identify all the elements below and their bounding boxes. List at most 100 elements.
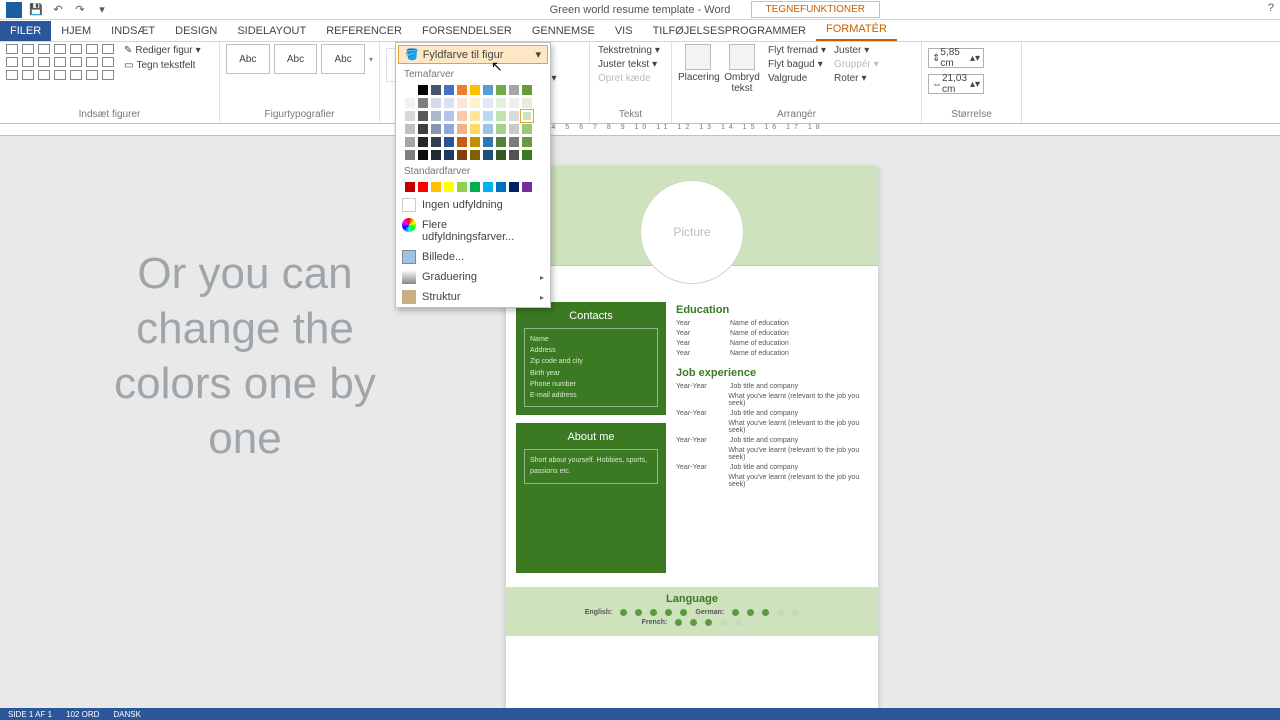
color-swatch[interactable] <box>495 149 507 161</box>
status-page[interactable]: SIDE 1 AF 1 <box>8 710 52 719</box>
color-swatch[interactable] <box>443 123 455 135</box>
color-swatch[interactable] <box>456 110 468 122</box>
color-swatch[interactable] <box>508 84 520 96</box>
color-swatch[interactable] <box>482 123 494 135</box>
language-band[interactable]: Language English:German:French: <box>506 587 878 636</box>
color-swatch[interactable] <box>521 136 533 148</box>
color-swatch[interactable] <box>482 97 494 109</box>
tab-hjem[interactable]: HJEM <box>51 21 101 41</box>
tab-tilføjelsesprogrammer[interactable]: TILFØJELSESPROGRAMMER <box>643 21 816 41</box>
color-swatch[interactable] <box>469 97 481 109</box>
shape-thumb[interactable] <box>70 70 82 80</box>
style-preset[interactable]: Abc <box>274 44 318 74</box>
color-swatch[interactable] <box>430 123 442 135</box>
style-preset[interactable]: Abc <box>226 44 270 74</box>
tab-indsæt[interactable]: INDSÆT <box>101 21 165 41</box>
color-swatch[interactable] <box>508 181 520 193</box>
color-swatch[interactable] <box>417 97 429 109</box>
color-swatch[interactable] <box>469 123 481 135</box>
color-swatch[interactable] <box>404 149 416 161</box>
color-swatch[interactable] <box>417 110 429 122</box>
about-box[interactable]: About me Short about yourself. Hobbies, … <box>516 423 666 573</box>
color-swatch[interactable] <box>430 84 442 96</box>
color-swatch[interactable] <box>443 149 455 161</box>
color-swatch[interactable] <box>404 97 416 109</box>
shape-thumb[interactable] <box>38 44 50 54</box>
bring-forward-button[interactable]: Flyt fremad ▾ <box>766 44 828 57</box>
shape-thumb[interactable] <box>22 70 34 80</box>
shape-thumb[interactable] <box>102 44 114 54</box>
shape-thumb[interactable] <box>70 44 82 54</box>
document-page[interactable]: Picture Contacts NameAddressZip code and… <box>506 166 878 708</box>
color-swatch[interactable] <box>495 84 507 96</box>
color-swatch[interactable] <box>508 110 520 122</box>
shape-thumb[interactable] <box>22 44 34 54</box>
color-swatch[interactable] <box>404 181 416 193</box>
color-swatch[interactable] <box>456 84 468 96</box>
color-swatch[interactable] <box>417 181 429 193</box>
color-swatch[interactable] <box>430 149 442 161</box>
shape-thumb[interactable] <box>6 70 18 80</box>
color-swatch[interactable] <box>443 181 455 193</box>
color-swatch[interactable] <box>495 97 507 109</box>
picture-placeholder[interactable]: Picture <box>640 180 744 284</box>
shape-thumb[interactable] <box>102 70 114 80</box>
color-swatch[interactable] <box>469 149 481 161</box>
color-swatch[interactable] <box>482 181 494 193</box>
height-input[interactable]: ⇕5,85 cm▴▾ <box>928 48 984 68</box>
header-band[interactable]: Picture <box>506 166 878 266</box>
color-swatch[interactable] <box>456 181 468 193</box>
tab-vis[interactable]: VIS <box>605 21 643 41</box>
color-swatch[interactable] <box>417 136 429 148</box>
shape-style-gallery[interactable]: Abc Abc Abc ▾ <box>226 44 373 74</box>
position-button[interactable]: Placering <box>678 44 718 94</box>
edit-shape-button[interactable]: ✎Rediger figur ▾ <box>122 44 203 57</box>
color-swatch[interactable] <box>469 181 481 193</box>
color-swatch[interactable] <box>417 84 429 96</box>
spinner-icon[interactable]: ▴▾ <box>970 53 980 64</box>
color-swatch[interactable] <box>469 110 481 122</box>
color-swatch[interactable] <box>404 110 416 122</box>
help-icon[interactable]: ? <box>1268 2 1274 14</box>
shape-thumb[interactable] <box>70 57 82 67</box>
color-swatch[interactable] <box>469 84 481 96</box>
color-swatch[interactable] <box>521 181 533 193</box>
color-swatch[interactable] <box>521 149 533 161</box>
color-swatch[interactable] <box>521 110 533 122</box>
color-swatch[interactable] <box>508 123 520 135</box>
selection-pane-button[interactable]: Valgrude <box>766 72 828 85</box>
shape-thumb[interactable] <box>38 57 50 67</box>
wrap-text-button[interactable]: Ombryd tekst <box>722 44 762 94</box>
color-swatch[interactable] <box>495 181 507 193</box>
color-swatch[interactable] <box>404 136 416 148</box>
spinner-icon[interactable]: ▴▾ <box>970 79 980 90</box>
color-swatch[interactable] <box>443 97 455 109</box>
gallery-more-icon[interactable]: ▾ <box>369 55 373 64</box>
width-input[interactable]: ⇔21,03 cm▴▾ <box>928 74 984 94</box>
style-preset[interactable]: Abc <box>321 44 365 74</box>
align-button[interactable]: Juster ▾ <box>832 44 881 57</box>
color-swatch[interactable] <box>456 149 468 161</box>
shape-thumb[interactable] <box>38 70 50 80</box>
color-swatch[interactable] <box>521 84 533 96</box>
no-fill-item[interactable]: Ingen udfyldning <box>396 195 550 215</box>
color-swatch[interactable] <box>443 136 455 148</box>
tab-sidelayout[interactable]: SIDELAYOUT <box>227 21 316 41</box>
color-swatch[interactable] <box>508 97 520 109</box>
color-swatch[interactable] <box>430 97 442 109</box>
shape-thumb[interactable] <box>86 57 98 67</box>
color-swatch[interactable] <box>417 123 429 135</box>
picture-fill-item[interactable]: Billede... <box>396 247 550 267</box>
color-swatch[interactable] <box>495 136 507 148</box>
save-icon[interactable]: 💾 <box>28 2 44 18</box>
tab-design[interactable]: DESIGN <box>165 21 227 41</box>
shapes-gallery[interactable] <box>6 44 116 82</box>
shape-thumb[interactable] <box>6 44 18 54</box>
texture-item[interactable]: Struktur▸ <box>396 287 550 307</box>
color-swatch[interactable] <box>404 84 416 96</box>
color-swatch[interactable] <box>443 110 455 122</box>
tab-forsendelser[interactable]: FORSENDELSER <box>412 21 522 41</box>
color-swatch[interactable] <box>482 136 494 148</box>
color-swatch[interactable] <box>430 110 442 122</box>
color-swatch[interactable] <box>417 149 429 161</box>
